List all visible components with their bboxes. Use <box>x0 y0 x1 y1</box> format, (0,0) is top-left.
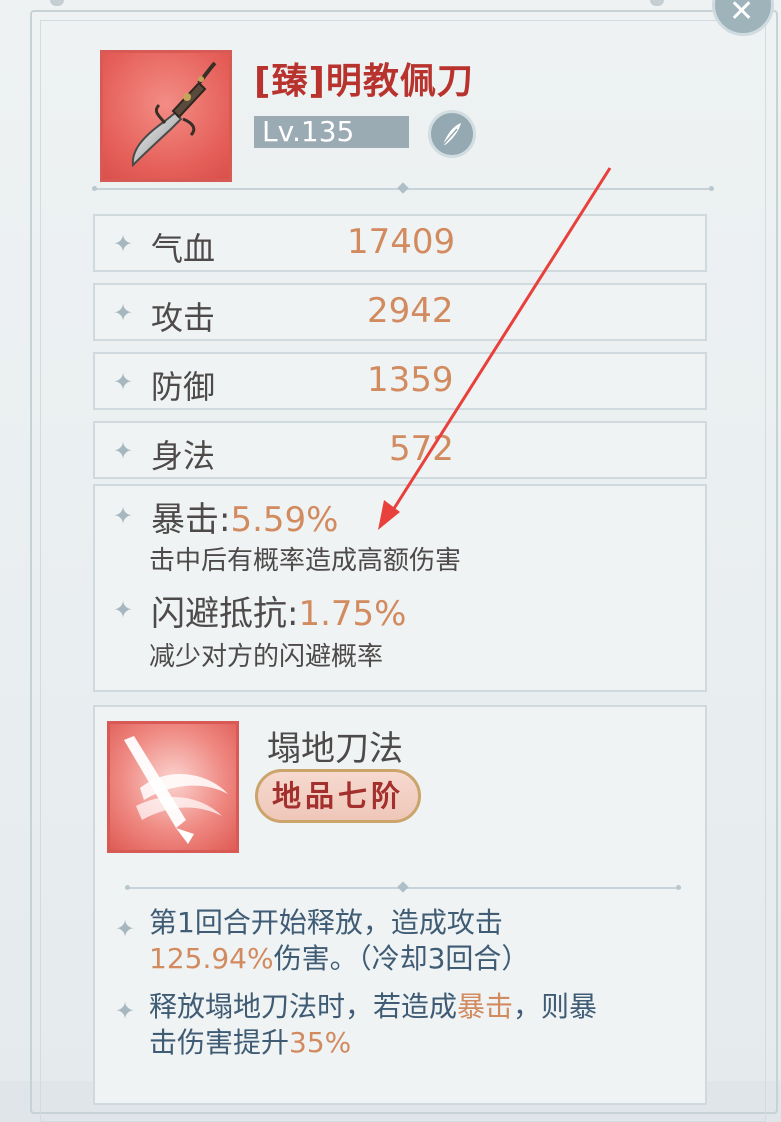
annotation-arrow <box>378 167 612 530</box>
